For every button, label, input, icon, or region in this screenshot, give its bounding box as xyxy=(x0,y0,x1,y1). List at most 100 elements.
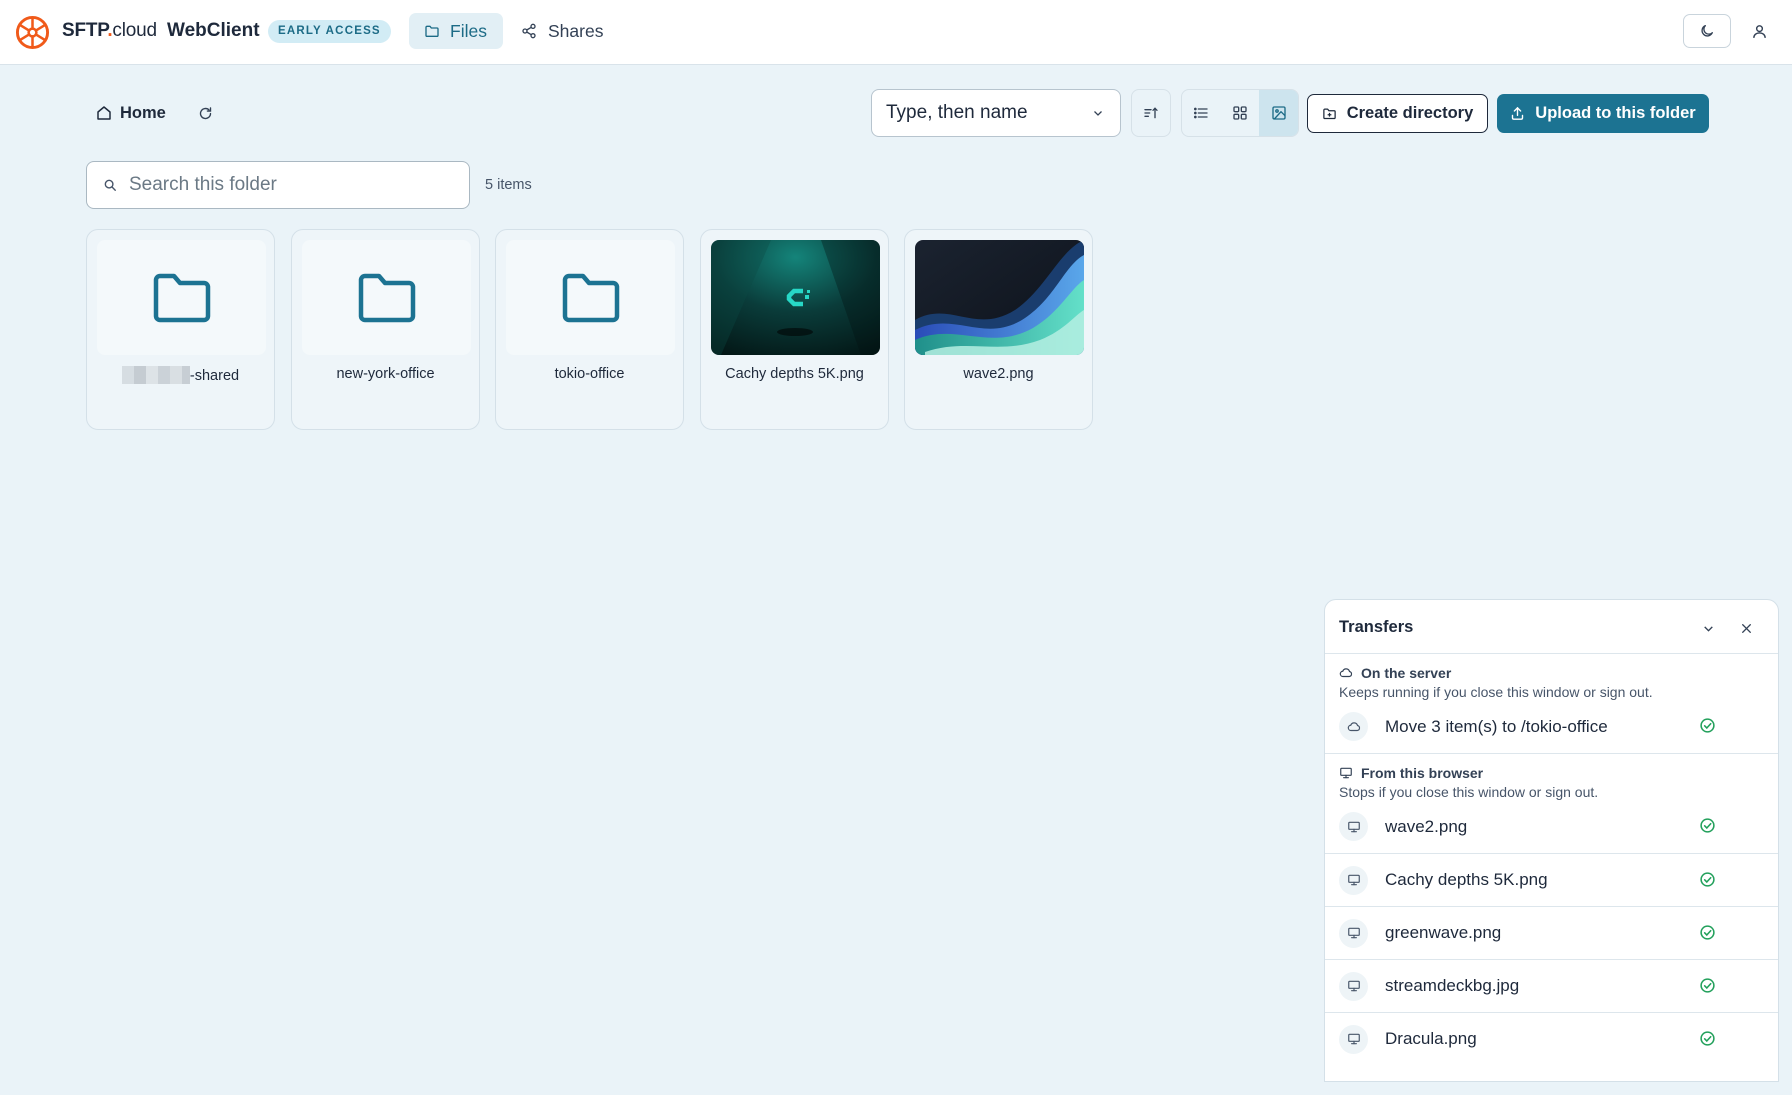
folder-icon xyxy=(152,272,212,324)
monitor-icon xyxy=(1339,1024,1368,1054)
file-card-folder[interactable]: new-york-office xyxy=(291,229,480,430)
monitor-icon xyxy=(1339,971,1368,1001)
sftp-cloud-logo-icon[interactable] xyxy=(15,15,50,50)
check-circle-icon xyxy=(1699,977,1716,994)
image-icon xyxy=(1271,105,1287,121)
search-box xyxy=(86,161,470,209)
share-icon xyxy=(521,23,537,39)
top-header: SFTP.cloud WebClient EARLY ACCESS Files … xyxy=(0,0,1792,65)
theme-toggle-button[interactable] xyxy=(1683,14,1731,48)
monitor-icon xyxy=(1339,766,1353,780)
home-icon xyxy=(96,105,112,121)
nav-files-tab[interactable]: Files xyxy=(409,13,503,49)
file-card-folder[interactable]: -shared xyxy=(86,229,275,430)
check-circle-icon xyxy=(1699,717,1716,734)
grid-view-button[interactable] xyxy=(1221,90,1260,136)
upload-label: Upload to this folder xyxy=(1535,104,1696,122)
monitor-icon xyxy=(1339,812,1368,841)
redacted-text xyxy=(121,366,190,384)
check-circle-icon xyxy=(1699,817,1716,834)
file-name: new-york-office xyxy=(336,366,435,382)
user-menu-button[interactable] xyxy=(1744,16,1774,46)
file-card-image[interactable]: wave2.png xyxy=(904,229,1093,430)
gallery-view-button[interactable] xyxy=(1259,90,1298,136)
nav-files-label: Files xyxy=(450,20,487,41)
transfer-label: Move 3 item(s) to /tokio-office xyxy=(1385,716,1608,736)
folder-icon xyxy=(424,23,440,39)
create-directory-label: Create directory xyxy=(1346,104,1474,122)
file-name: wave2.png xyxy=(963,366,1034,382)
transfer-row[interactable]: wave2.png xyxy=(1325,800,1778,853)
transfer-row[interactable]: Dracula.png xyxy=(1325,1012,1778,1065)
app-name: WebClient xyxy=(167,20,260,41)
nav-shares-label: Shares xyxy=(548,20,604,41)
transfer-label: streamdeckbg.jpg xyxy=(1385,976,1520,995)
sort-ascending-icon xyxy=(1143,105,1159,121)
moon-icon xyxy=(1699,23,1715,39)
check-circle-icon xyxy=(1699,1030,1716,1047)
section-description: Stops if you close this window or sign o… xyxy=(1339,784,1599,800)
early-access-badge: EARLY ACCESS xyxy=(268,20,391,43)
chevron-down-icon xyxy=(1092,107,1104,119)
search-input[interactable] xyxy=(129,174,439,196)
brand-name: SFTP.cloud xyxy=(62,20,157,42)
folder-thumbnail xyxy=(302,240,471,355)
create-directory-button[interactable]: Create directory xyxy=(1307,94,1488,133)
grid-icon xyxy=(1232,105,1248,121)
section-heading: From this browser xyxy=(1325,754,1778,781)
browser-heading-label: From this browser xyxy=(1361,765,1484,781)
file-name: tokio-office xyxy=(554,366,625,382)
file-card-image[interactable]: Cachy depths 5K.png xyxy=(700,229,889,430)
transfers-title: Transfers xyxy=(1339,618,1414,636)
folder-thumbnail xyxy=(506,240,675,355)
image-thumbnail-wave xyxy=(915,240,1084,355)
upload-icon xyxy=(1510,106,1525,121)
brand-suffix: cloud xyxy=(112,20,157,41)
breadcrumb-home-label: Home xyxy=(120,103,166,122)
file-card-folder[interactable]: tokio-office xyxy=(495,229,684,430)
section-description: Keeps running if you close this window o… xyxy=(1339,684,1653,700)
file-name: -shared xyxy=(87,366,274,384)
monitor-icon xyxy=(1339,865,1368,895)
transfers-header: Transfers xyxy=(1325,600,1778,654)
nav-shares-tab[interactable]: Shares xyxy=(521,13,603,49)
folder-plus-icon xyxy=(1322,106,1337,121)
sort-select[interactable]: Type, then name xyxy=(871,89,1121,137)
server-heading-label: On the server xyxy=(1361,665,1452,681)
check-circle-icon xyxy=(1699,924,1716,941)
file-name-text: -shared xyxy=(189,368,240,384)
refresh-button[interactable] xyxy=(196,103,214,123)
monitor-icon xyxy=(1339,918,1368,948)
chevron-down-icon xyxy=(1702,622,1715,635)
cloud-icon xyxy=(1339,666,1353,680)
sort-direction-button[interactable] xyxy=(1131,89,1171,137)
transfer-label: Dracula.png xyxy=(1385,1029,1477,1048)
image-thumbnail-cachy xyxy=(711,240,880,355)
close-icon xyxy=(1740,622,1753,635)
list-view-button[interactable] xyxy=(1182,90,1221,136)
server-transfers-section: On the server Keeps running if you close… xyxy=(1325,654,1778,754)
transfer-label: Cachy depths 5K.png xyxy=(1385,870,1548,889)
sort-select-value: Type, then name xyxy=(886,102,1028,123)
transfer-row[interactable]: Cachy depths 5K.png xyxy=(1325,853,1778,906)
folder-icon xyxy=(561,272,621,324)
section-heading: On the server xyxy=(1325,654,1778,681)
breadcrumb-home[interactable]: Home xyxy=(96,100,166,126)
brand-main: SFTP xyxy=(62,20,108,41)
user-icon xyxy=(1751,23,1768,40)
close-transfers-button[interactable] xyxy=(1737,619,1755,637)
refresh-icon xyxy=(198,106,213,121)
transfer-label: greenwave.png xyxy=(1385,923,1502,942)
transfer-row[interactable]: greenwave.png xyxy=(1325,906,1778,959)
upload-button[interactable]: Upload to this folder xyxy=(1497,94,1709,133)
collapse-transfers-button[interactable] xyxy=(1699,619,1717,637)
list-icon xyxy=(1193,105,1209,121)
transfer-row[interactable]: streamdeckbg.jpg xyxy=(1325,959,1778,1012)
transfer-row[interactable]: Move 3 item(s) to /tokio-office xyxy=(1325,700,1778,753)
browser-transfers-section: From this browser Stops if you close thi… xyxy=(1325,754,1778,1065)
check-circle-icon xyxy=(1699,871,1716,888)
folder-icon xyxy=(357,272,417,324)
file-name: Cachy depths 5K.png xyxy=(725,366,864,382)
item-count: 5 items xyxy=(485,177,532,193)
cloud-icon xyxy=(1339,712,1368,741)
